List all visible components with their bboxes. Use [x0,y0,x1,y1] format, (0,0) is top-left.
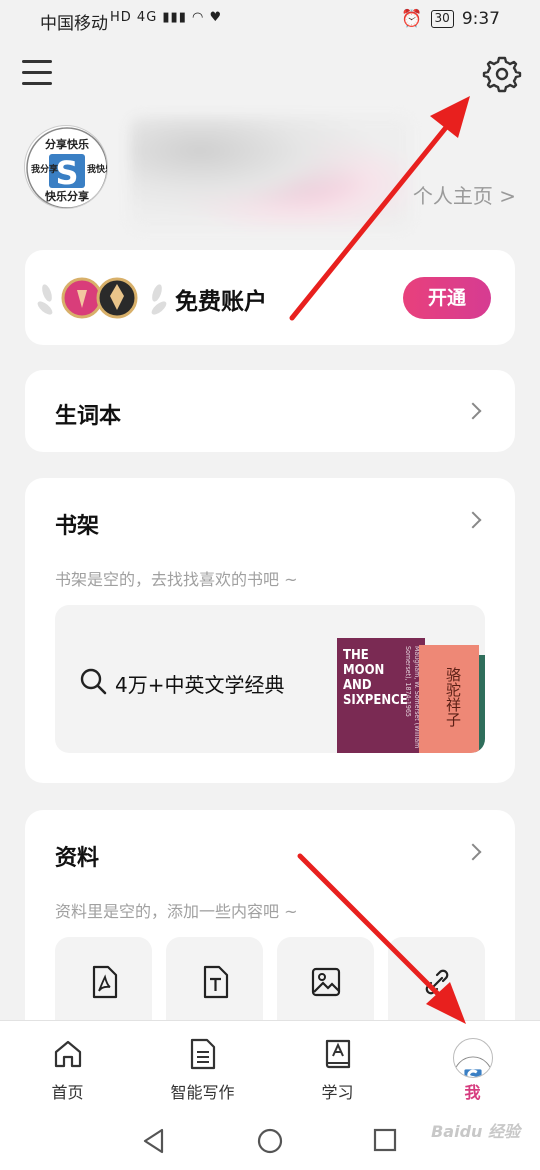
home-circle-icon[interactable] [257,1128,283,1154]
nav-study[interactable]: 学习 [270,1021,405,1106]
account-badges [37,268,187,328]
link-icon [425,969,449,995]
bookshelf-title: 书架 [55,514,100,539]
blurred-username [130,117,410,229]
library-banner[interactable]: 4万+中英文学经典 THE MOON AND SIXPENCE Maugham,… [55,605,485,753]
nav-me-label: 我 [464,1083,481,1102]
network-indicators: HD 4G ▮▮▮ ◠ ♥ [110,10,222,25]
chevron-right-icon[interactable] [464,843,482,861]
search-icon [80,668,107,695]
text-file-icon [203,965,229,999]
avatar[interactable]: S 分享快乐 快乐分享 我分享 我快乐 [24,125,108,209]
book-icon [325,1039,350,1069]
chevron-right-icon [464,402,482,420]
menu-icon[interactable] [22,60,52,86]
avatar-text-left: 我分享 [31,163,58,175]
personal-homepage-link[interactable]: 个人主页 > [413,180,516,209]
avatar-text-bottom: 快乐分享 [44,189,89,203]
wifi-icon: ◠ [192,10,205,25]
battery-icon: 30 [430,10,454,28]
book-cover-camel-xiangzi: 骆驼祥子 [419,645,479,753]
book-cover-moon-sixpence: THE MOON AND SIXPENCE Maugham, W. Somers… [337,638,425,753]
avatar-text-right: 我快乐 [87,163,108,175]
document-icon [190,1038,215,1070]
account-card: 免费账户 开通 [25,250,515,345]
account-title: 免费账户 [175,289,267,315]
recents-square-icon[interactable] [373,1128,397,1152]
avatar-letter: S [55,154,78,192]
avatar [452,1038,493,1078]
top-bar [0,45,540,105]
book1-title: THE MOON AND SIXPENCE [343,648,408,708]
pdf-file-icon [92,965,118,999]
vocab-book-card[interactable]: 生词本 [25,370,515,452]
profile-section: S 分享快乐 快乐分享 我分享 我快乐 个人主页 > [0,115,540,230]
bottom-nav: 首页 智能写作 学习 我 [0,1020,540,1106]
materials-empty-hint: 资料里是空的，添加一些内容吧 ~ [55,902,298,921]
open-membership-button[interactable]: 开通 [403,277,491,319]
network-label: HD 4G [110,10,158,25]
clock: 9:37 [461,9,500,29]
bookshelf-card: 书架 书架是空的，去找找喜欢的书吧 ~ 4万+中英文学经典 THE MOON A… [25,478,515,783]
alarm-icon: ⏰ [401,9,423,29]
signal-icon: ▮▮▮ [162,10,187,25]
settings-gear-icon[interactable] [482,53,522,93]
back-triangle-icon[interactable] [142,1128,166,1154]
watermark: Baidu 经验 [431,1122,520,1141]
nav-home-label: 首页 [51,1083,84,1102]
materials-title: 资料 [55,846,100,871]
home-icon [54,1040,81,1068]
nav-me[interactable]: 我 [405,1021,540,1106]
vocab-title: 生词本 [55,404,122,429]
nav-home[interactable]: 首页 [0,1021,135,1106]
library-label: 4万+中英文学经典 [115,673,285,697]
carrier-label: 中国移动 [40,14,108,34]
image-file-icon [311,967,341,997]
chevron-right-icon[interactable] [464,511,482,529]
nav-smart-writing-label: 智能写作 [170,1083,235,1102]
status-bar: 中国移动 HD 4G ▮▮▮ ◠ ♥ ⏰ 30 9:37 [0,0,540,38]
bookshelf-empty-hint: 书架是空的，去找找喜欢的书吧 ~ [55,570,298,589]
nav-study-label: 学习 [321,1083,354,1102]
heart-icon: ♥ [209,10,223,25]
nav-smart-writing[interactable]: 智能写作 [135,1021,270,1106]
book2-title: 骆驼祥子 [444,667,462,727]
avatar-text-top: 分享快乐 [45,137,89,151]
